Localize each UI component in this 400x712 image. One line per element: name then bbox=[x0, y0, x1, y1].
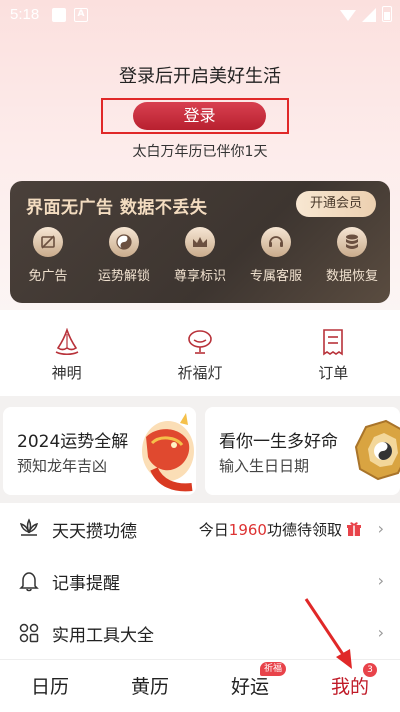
grid-apps-icon bbox=[19, 623, 39, 643]
vip-benefit-label: 免广告 bbox=[28, 269, 68, 284]
vip-benefits: 免广告 运势解锁 尊享标识 专属客服 数据恢复 bbox=[10, 227, 390, 297]
merit-suffix: 功德待领取 bbox=[266, 521, 342, 539]
red-arrow-annotation bbox=[304, 598, 352, 669]
bell-icon bbox=[19, 572, 39, 592]
shortcut-label: 订单 bbox=[318, 364, 349, 382]
deity-icon bbox=[55, 328, 79, 356]
database-icon bbox=[337, 227, 367, 257]
status-time: 5:18 bbox=[10, 6, 40, 23]
signal-icon bbox=[362, 8, 376, 22]
vip-benefit-restore[interactable]: 数据恢复 bbox=[314, 227, 390, 297]
promo-life-fortune[interactable]: 看你一生多好命 输入生日日期 bbox=[205, 407, 400, 495]
list-item-label: 实用工具大全 bbox=[52, 626, 154, 646]
vip-benefit-badge[interactable]: 尊享标识 bbox=[162, 227, 238, 297]
no-ads-icon bbox=[33, 227, 63, 257]
tab-badge: 祈福 bbox=[260, 662, 287, 676]
dragon-image bbox=[142, 413, 194, 492]
tab-label: 黄历 bbox=[130, 676, 169, 698]
tab-almanac[interactable]: 黄历 bbox=[100, 660, 200, 712]
vip-benefit-label: 尊享标识 bbox=[173, 269, 226, 284]
promo-fortune-2024[interactable]: 2024运势全解 预知龙年吉凶 bbox=[3, 407, 196, 495]
shortcut-row: 神明 祈福灯 订单 bbox=[0, 310, 400, 396]
yin-yang-icon bbox=[109, 227, 139, 257]
promo-title: 看你一生多好命 bbox=[219, 432, 338, 452]
headset-icon bbox=[261, 227, 291, 257]
notification-icon bbox=[52, 8, 66, 22]
tab-fortune[interactable]: 好运 祈福 bbox=[200, 660, 300, 712]
chevron-right-icon: › bbox=[377, 623, 384, 642]
bagua-image bbox=[354, 419, 400, 481]
merit-count: 1960 bbox=[228, 521, 267, 539]
promo-subtitle: 输入生日日期 bbox=[219, 457, 310, 475]
crown-icon bbox=[185, 227, 215, 257]
vip-benefit-label: 运势解锁 bbox=[97, 269, 150, 284]
status-bar: 5:18 A bbox=[0, 0, 400, 30]
tab-label: 好运 bbox=[230, 676, 269, 698]
tab-label: 日历 bbox=[30, 676, 69, 698]
vip-benefit-label: 数据恢复 bbox=[325, 269, 378, 284]
lotus-icon bbox=[19, 518, 39, 536]
tab-badge: 3 bbox=[363, 663, 377, 677]
vip-title: 界面无广告 数据不丢失 bbox=[26, 198, 208, 218]
app-notification-icon: A bbox=[74, 8, 88, 22]
shortcut-label: 祈福灯 bbox=[177, 364, 223, 382]
login-button[interactable]: 登录 bbox=[133, 102, 266, 130]
vip-card: 界面无广告 数据不丢失 开通会员 免广告 运势解锁 尊享标识 专属客服 数据恢复 bbox=[10, 181, 390, 303]
login-subtitle: 太白万年历已伴你1天 bbox=[132, 144, 268, 160]
shortcut-label: 神明 bbox=[51, 364, 82, 382]
list-item-merit[interactable]: 天天攒功德 今日1960功德待领取 › bbox=[0, 503, 400, 555]
tab-calendar[interactable]: 日历 bbox=[0, 660, 100, 712]
vip-benefit-support[interactable]: 专属客服 bbox=[238, 227, 314, 297]
merit-prefix: 今日 bbox=[198, 521, 229, 539]
lamp-icon bbox=[188, 330, 212, 354]
login-prompt-title: 登录后开启美好生活 bbox=[119, 66, 281, 87]
battery-icon bbox=[382, 6, 392, 22]
chevron-right-icon: › bbox=[377, 519, 384, 538]
promo-title: 2024运势全解 bbox=[17, 432, 129, 452]
list-item-label: 天天攒功德 bbox=[52, 522, 137, 542]
vip-benefit-label: 专属客服 bbox=[249, 269, 302, 284]
open-membership-button[interactable]: 开通会员 bbox=[296, 191, 376, 217]
order-icon bbox=[323, 329, 344, 356]
tab-label: 我的 bbox=[330, 676, 369, 698]
shortcut-deity[interactable]: 神明 bbox=[7, 310, 127, 396]
promo-subtitle: 预知龙年吉凶 bbox=[17, 457, 108, 475]
shortcut-lamp[interactable]: 祈福灯 bbox=[140, 310, 260, 396]
shortcut-order[interactable]: 订单 bbox=[273, 310, 393, 396]
vip-benefit-fortune[interactable]: 运势解锁 bbox=[86, 227, 162, 297]
vip-benefit-no-ads[interactable]: 免广告 bbox=[10, 227, 86, 297]
merit-pending-text: 今日1960功德待领取 bbox=[199, 519, 362, 540]
list-item-label: 记事提醒 bbox=[52, 574, 120, 594]
gift-icon bbox=[347, 522, 361, 536]
wifi-icon bbox=[340, 10, 356, 21]
chevron-right-icon: › bbox=[377, 571, 384, 590]
